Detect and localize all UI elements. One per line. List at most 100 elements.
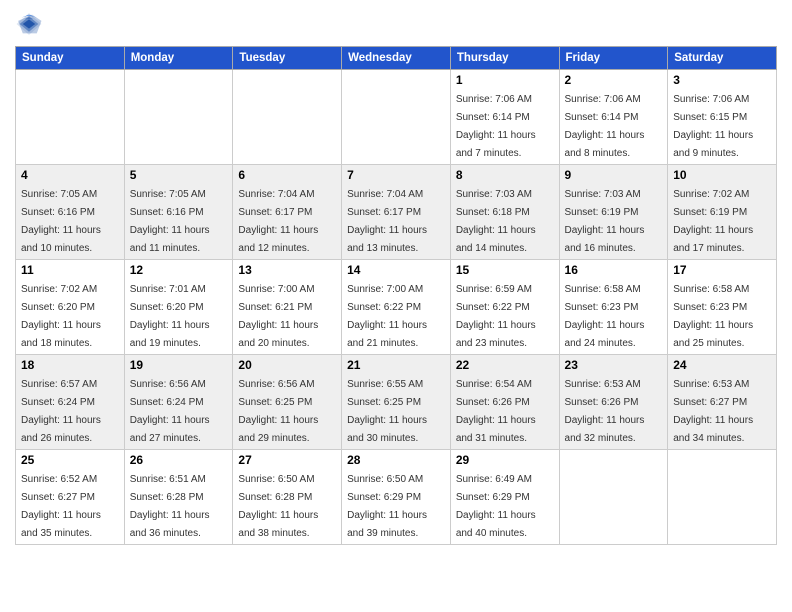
calendar-cell: 16 Sunrise: 6:58 AMSunset: 6:23 PMDayligh… bbox=[559, 260, 668, 355]
calendar-cell: 22Sunrise: 6:54 AMSunset: 6:26 PMDayligh… bbox=[450, 355, 559, 450]
day-number: 21 bbox=[347, 358, 445, 372]
calendar-cell: 14 Sunrise: 7:00 AMSunset: 6:22 PMDayligh… bbox=[342, 260, 451, 355]
day-info: Sunrise: 6:53 AMSunset: 6:26 PMDaylight:… bbox=[565, 379, 645, 444]
day-info: Sunrise: 7:06 AMSunset: 6:14 PMDaylight:… bbox=[565, 94, 645, 159]
calendar-cell: 27Sunrise: 6:50 AMSunset: 6:28 PMDayligh… bbox=[233, 450, 342, 545]
calendar-row-0: 1 Sunrise: 7:06 AMSunset: 6:14 PMDaylight… bbox=[16, 70, 777, 165]
day-info: Sunrise: 7:00 AMSunset: 6:22 PMDaylight:… bbox=[347, 284, 427, 349]
calendar-cell bbox=[124, 70, 233, 165]
day-info: Sunrise: 6:53 AMSunset: 6:27 PMDaylight:… bbox=[673, 379, 753, 444]
day-number: 18 bbox=[21, 358, 119, 372]
calendar-cell: 11 Sunrise: 7:02 AMSunset: 6:20 PMDayligh… bbox=[16, 260, 125, 355]
day-info: Sunrise: 7:05 AMSunset: 6:16 PMDaylight:… bbox=[130, 189, 210, 254]
day-number: 8 bbox=[456, 168, 554, 182]
calendar-cell: 1Sunrise: 7:06 AMSunset: 6:14 PMDaylight… bbox=[450, 70, 559, 165]
page: SundayMondayTuesdayWednesdayThursdayFrid… bbox=[0, 0, 792, 612]
day-info: Sunrise: 6:55 AMSunset: 6:25 PMDaylight:… bbox=[347, 379, 427, 444]
day-number: 10 bbox=[673, 168, 771, 182]
day-number: 17 bbox=[673, 263, 771, 277]
calendar-cell: 9 Sunrise: 7:03 AMSunset: 6:19 PMDaylight… bbox=[559, 165, 668, 260]
day-info: Sunrise: 6:56 AMSunset: 6:24 PMDaylight:… bbox=[130, 379, 210, 444]
day-number: 20 bbox=[238, 358, 336, 372]
calendar-row-1: 4 Sunrise: 7:05 AMSunset: 6:16 PMDaylight… bbox=[16, 165, 777, 260]
logo-icon bbox=[15, 10, 43, 38]
calendar-cell: 7 Sunrise: 7:04 AMSunset: 6:17 PMDaylight… bbox=[342, 165, 451, 260]
day-info: Sunrise: 7:03 AMSunset: 6:19 PMDaylight:… bbox=[565, 189, 645, 254]
weekday-friday: Friday bbox=[559, 47, 668, 70]
day-info: Sunrise: 7:01 AMSunset: 6:20 PMDaylight:… bbox=[130, 284, 210, 349]
day-info: Sunrise: 6:54 AMSunset: 6:26 PMDaylight:… bbox=[456, 379, 536, 444]
calendar-cell: 17 Sunrise: 6:58 AMSunset: 6:23 PMDayligh… bbox=[668, 260, 777, 355]
day-info: Sunrise: 7:02 AMSunset: 6:19 PMDaylight:… bbox=[673, 189, 753, 254]
calendar-cell: 19Sunrise: 6:56 AMSunset: 6:24 PMDayligh… bbox=[124, 355, 233, 450]
calendar-cell: 3 Sunrise: 7:06 AMSunset: 6:15 PMDaylight… bbox=[668, 70, 777, 165]
calendar-cell: 8Sunrise: 7:03 AMSunset: 6:18 PMDaylight… bbox=[450, 165, 559, 260]
day-number: 14 bbox=[347, 263, 445, 277]
day-number: 24 bbox=[673, 358, 771, 372]
day-info: Sunrise: 6:59 AMSunset: 6:22 PMDaylight:… bbox=[456, 284, 536, 349]
day-info: Sunrise: 6:58 AMSunset: 6:23 PMDaylight:… bbox=[565, 284, 645, 349]
day-number: 11 bbox=[21, 263, 119, 277]
weekday-wednesday: Wednesday bbox=[342, 47, 451, 70]
calendar-cell: 29 Sunrise: 6:49 AMSunset: 6:29 PMDayligh… bbox=[450, 450, 559, 545]
calendar-cell bbox=[233, 70, 342, 165]
calendar-row-2: 11 Sunrise: 7:02 AMSunset: 6:20 PMDayligh… bbox=[16, 260, 777, 355]
day-info: Sunrise: 6:56 AMSunset: 6:25 PMDaylight:… bbox=[238, 379, 318, 444]
calendar-cell: 15 Sunrise: 6:59 AMSunset: 6:22 PMDayligh… bbox=[450, 260, 559, 355]
weekday-header-row: SundayMondayTuesdayWednesdayThursdayFrid… bbox=[16, 47, 777, 70]
day-info: Sunrise: 7:04 AMSunset: 6:17 PMDaylight:… bbox=[238, 189, 318, 254]
calendar-cell: 21 Sunrise: 6:55 AMSunset: 6:25 PMDayligh… bbox=[342, 355, 451, 450]
day-number: 28 bbox=[347, 453, 445, 467]
calendar-cell bbox=[342, 70, 451, 165]
calendar-cell: 25 Sunrise: 6:52 AMSunset: 6:27 PMDayligh… bbox=[16, 450, 125, 545]
day-info: Sunrise: 6:50 AMSunset: 6:29 PMDaylight:… bbox=[347, 474, 427, 539]
calendar-cell: 23Sunrise: 6:53 AMSunset: 6:26 PMDayligh… bbox=[559, 355, 668, 450]
calendar-cell: 24 Sunrise: 6:53 AMSunset: 6:27 PMDayligh… bbox=[668, 355, 777, 450]
calendar-cell bbox=[559, 450, 668, 545]
day-number: 2 bbox=[565, 73, 663, 87]
day-number: 15 bbox=[456, 263, 554, 277]
day-number: 27 bbox=[238, 453, 336, 467]
day-number: 26 bbox=[130, 453, 228, 467]
day-number: 16 bbox=[565, 263, 663, 277]
day-info: Sunrise: 6:49 AMSunset: 6:29 PMDaylight:… bbox=[456, 474, 536, 539]
day-info: Sunrise: 7:02 AMSunset: 6:20 PMDaylight:… bbox=[21, 284, 101, 349]
weekday-monday: Monday bbox=[124, 47, 233, 70]
weekday-tuesday: Tuesday bbox=[233, 47, 342, 70]
day-number: 12 bbox=[130, 263, 228, 277]
day-number: 13 bbox=[238, 263, 336, 277]
day-number: 9 bbox=[565, 168, 663, 182]
logo bbox=[15, 10, 47, 38]
calendar-cell: 6Sunrise: 7:04 AMSunset: 6:17 PMDaylight… bbox=[233, 165, 342, 260]
weekday-saturday: Saturday bbox=[668, 47, 777, 70]
calendar-cell: 18Sunrise: 6:57 AMSunset: 6:24 PMDayligh… bbox=[16, 355, 125, 450]
calendar-row-3: 18Sunrise: 6:57 AMSunset: 6:24 PMDayligh… bbox=[16, 355, 777, 450]
day-info: Sunrise: 7:00 AMSunset: 6:21 PMDaylight:… bbox=[238, 284, 318, 349]
day-info: Sunrise: 7:04 AMSunset: 6:17 PMDaylight:… bbox=[347, 189, 427, 254]
calendar-cell: 4 Sunrise: 7:05 AMSunset: 6:16 PMDaylight… bbox=[16, 165, 125, 260]
day-number: 5 bbox=[130, 168, 228, 182]
day-info: Sunrise: 6:51 AMSunset: 6:28 PMDaylight:… bbox=[130, 474, 210, 539]
day-info: Sunrise: 6:58 AMSunset: 6:23 PMDaylight:… bbox=[673, 284, 753, 349]
day-number: 25 bbox=[21, 453, 119, 467]
weekday-thursday: Thursday bbox=[450, 47, 559, 70]
calendar-cell: 20 Sunrise: 6:56 AMSunset: 6:25 PMDayligh… bbox=[233, 355, 342, 450]
calendar-cell: 10 Sunrise: 7:02 AMSunset: 6:19 PMDayligh… bbox=[668, 165, 777, 260]
day-number: 4 bbox=[21, 168, 119, 182]
day-number: 29 bbox=[456, 453, 554, 467]
calendar-cell: 13 Sunrise: 7:00 AMSunset: 6:21 PMDayligh… bbox=[233, 260, 342, 355]
day-number: 7 bbox=[347, 168, 445, 182]
calendar-cell: 12 Sunrise: 7:01 AMSunset: 6:20 PMDayligh… bbox=[124, 260, 233, 355]
calendar-cell: 26 Sunrise: 6:51 AMSunset: 6:28 PMDayligh… bbox=[124, 450, 233, 545]
weekday-sunday: Sunday bbox=[16, 47, 125, 70]
day-info: Sunrise: 6:52 AMSunset: 6:27 PMDaylight:… bbox=[21, 474, 101, 539]
calendar-cell: 2 Sunrise: 7:06 AMSunset: 6:14 PMDaylight… bbox=[559, 70, 668, 165]
day-info: Sunrise: 7:05 AMSunset: 6:16 PMDaylight:… bbox=[21, 189, 101, 254]
calendar-cell bbox=[668, 450, 777, 545]
day-number: 3 bbox=[673, 73, 771, 87]
header bbox=[15, 10, 777, 38]
calendar-row-4: 25 Sunrise: 6:52 AMSunset: 6:27 PMDayligh… bbox=[16, 450, 777, 545]
day-info: Sunrise: 7:06 AMSunset: 6:15 PMDaylight:… bbox=[673, 94, 753, 159]
day-number: 1 bbox=[456, 73, 554, 87]
calendar-table: SundayMondayTuesdayWednesdayThursdayFrid… bbox=[15, 46, 777, 545]
